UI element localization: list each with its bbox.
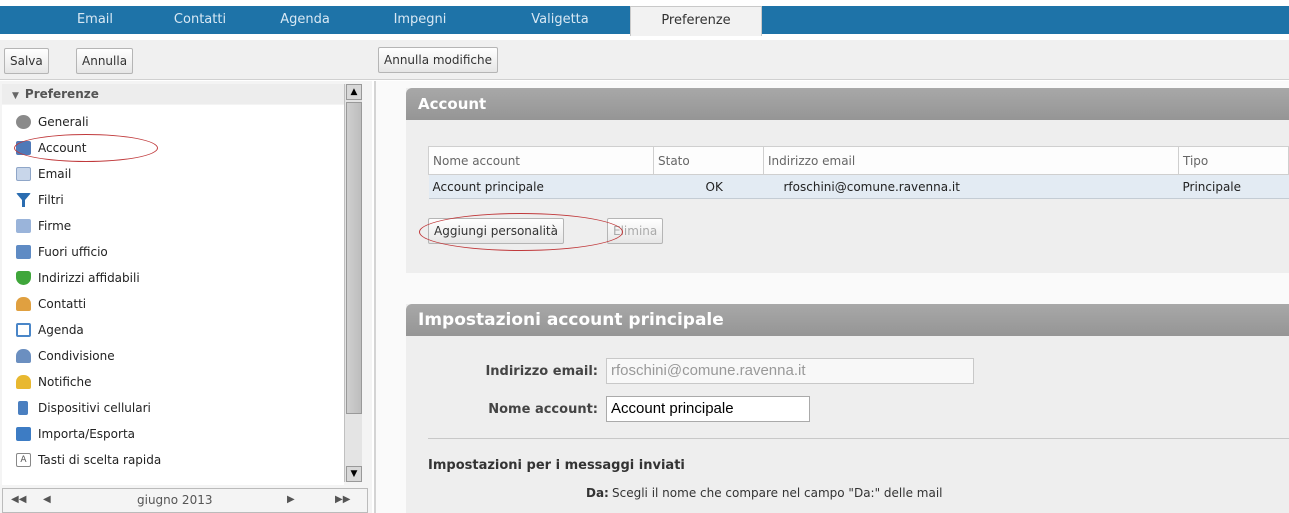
phone-icon (18, 401, 28, 415)
table-row[interactable]: Account principale OK rfoschini@comune.r… (428, 174, 1289, 199)
tab-contatti[interactable]: Contatti (140, 6, 260, 34)
sent-messages-heading: Impostazioni per i messaggi inviati (428, 458, 685, 473)
preferences-tree-header[interactable]: ▼ Preferenze (2, 84, 344, 104)
keyboard-icon: A (16, 453, 31, 467)
cancel-button[interactable]: Annulla (76, 48, 134, 74)
email-field-label: Indirizzo email: (485, 364, 598, 379)
column-header-status[interactable]: Stato (653, 146, 764, 175)
signature-icon (16, 219, 31, 233)
prev-month-icon[interactable]: ◀ (43, 494, 51, 505)
calendar-icon (16, 323, 31, 337)
account-email-cell: rfoschini@comune.ravenna.it (763, 174, 1179, 199)
tab-impegni[interactable]: Impegni (375, 6, 465, 34)
account-status-cell: OK (653, 174, 764, 199)
email-field: rfoschini@comune.ravenna.it (606, 358, 974, 384)
account-name-cell: Account principale (428, 174, 654, 199)
sidebar-scrollbar[interactable]: ▲ ▼ (344, 84, 362, 482)
scroll-up-icon[interactable]: ▲ (346, 84, 362, 100)
delete-button: Elimina (607, 218, 664, 244)
undo-changes-button[interactable]: Annulla modifiche (378, 47, 498, 73)
account-panel-title: Account (406, 88, 1289, 120)
column-header-email[interactable]: Indirizzo email (763, 146, 1179, 175)
from-label: Da: (586, 486, 609, 500)
account-table: Nome account Stato Indirizzo email Tipo … (428, 146, 1289, 199)
import-export-icon (16, 427, 31, 441)
preferences-header-label: Preferenze (24, 87, 99, 101)
save-button[interactable]: Salva (4, 48, 49, 74)
account-type-cell: Principale (1178, 174, 1289, 199)
prev-year-icon[interactable]: ◀◀ (11, 494, 26, 505)
tab-valigetta[interactable]: Valigetta (505, 6, 615, 34)
mini-calendar-month: giugno 2013 (137, 493, 213, 507)
from-hint: Scegli il nome che compare nel campo "Da… (612, 486, 943, 500)
shield-check-icon (16, 271, 31, 285)
gear-icon (16, 115, 31, 129)
tab-preferenze[interactable]: Preferenze (630, 6, 762, 36)
tab-agenda[interactable]: Agenda (255, 6, 355, 34)
filter-icon (16, 193, 31, 207)
divider (428, 438, 1289, 439)
add-persona-button[interactable]: Aggiungi personalità (428, 218, 564, 244)
top-tab-bar: Email Contatti Agenda Impegni Valigetta … (0, 0, 1289, 40)
mini-calendar-nav: ◀◀ ◀ giugno 2013 ▶ ▶▶ (2, 488, 368, 513)
preferences-list: Generali Account Email Filtri Firme Fuor… (2, 105, 344, 485)
scroll-down-icon[interactable]: ▼ (346, 466, 362, 482)
column-header-name[interactable]: Nome account (428, 146, 654, 175)
next-year-icon[interactable]: ▶▶ (335, 494, 350, 505)
account-icon (16, 141, 31, 155)
scroll-thumb[interactable] (346, 102, 362, 414)
settings-panel-title: Impostazioni account principale (406, 304, 1289, 336)
next-month-icon[interactable]: ▶ (287, 494, 295, 505)
envelope-icon (16, 167, 31, 181)
account-name-input[interactable]: Account principale (606, 396, 810, 422)
out-of-office-icon (16, 245, 31, 259)
share-icon (16, 349, 31, 363)
toolbar: Salva Annulla Annulla modifiche (0, 40, 1289, 80)
tab-email[interactable]: Email (50, 6, 140, 34)
account-name-label: Nome account: (488, 402, 598, 417)
column-header-type[interactable]: Tipo (1178, 146, 1289, 175)
collapse-triangle-icon[interactable]: ▼ (12, 91, 19, 101)
account-table-header: Nome account Stato Indirizzo email Tipo (428, 146, 1289, 175)
contact-icon (16, 297, 31, 311)
bell-icon (16, 375, 31, 389)
